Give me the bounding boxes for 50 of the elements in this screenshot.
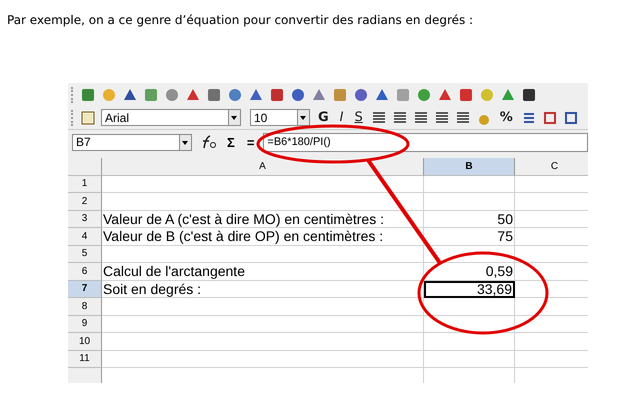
table-cell[interactable]	[102, 176, 424, 193]
font-size-box[interactable]: 10	[250, 109, 310, 126]
table-cell[interactable]	[102, 193, 424, 210]
row-header[interactable]: 6	[68, 263, 102, 280]
table-cell[interactable]: 75	[424, 228, 515, 246]
row-header[interactable]: 9	[68, 316, 102, 333]
format-button[interactable]: S	[352, 110, 366, 125]
table-cell[interactable]: Valeur de A (c'est à dire MO) en centimètres :	[102, 210, 424, 228]
row-header[interactable]: 3	[68, 210, 102, 228]
font-name-box[interactable]: Arial	[101, 109, 241, 126]
table-cell[interactable]: 50	[424, 210, 515, 228]
column-header[interactable]: B	[424, 158, 515, 176]
table-cell[interactable]	[424, 316, 515, 333]
row-header[interactable]	[68, 368, 102, 383]
table-cell[interactable]	[102, 333, 424, 350]
table-cell[interactable]	[424, 350, 515, 368]
formula-input[interactable]: =B6*180/PI()	[263, 132, 588, 152]
justify-icon[interactable]	[434, 110, 450, 126]
table-cell[interactable]	[424, 246, 515, 263]
table-cell[interactable]: 0,59	[424, 263, 515, 280]
table-cell[interactable]: Calcul de l'arctangente	[102, 263, 424, 280]
sum-button[interactable]: Σ	[224, 134, 238, 150]
row-header[interactable]: 2	[68, 193, 102, 210]
row-header[interactable]: 10	[68, 333, 102, 350]
row-header[interactable]: 5	[68, 246, 102, 263]
row-header[interactable]: 4	[68, 228, 102, 246]
intro-text: Par exemple, on a ce genre d’équation pour convertir des radians en degrés :	[6, 12, 474, 27]
row-header[interactable]: 7	[68, 280, 102, 298]
table-cell[interactable]	[102, 246, 424, 263]
table-cell[interactable]	[102, 350, 424, 368]
name-box[interactable]: B7	[72, 134, 192, 150]
row-header[interactable]: 8	[68, 298, 102, 316]
equals-button[interactable]: =	[244, 134, 258, 150]
format-button[interactable]: G	[315, 110, 332, 125]
table-cell[interactable]	[424, 298, 515, 316]
table-cell[interactable]	[102, 316, 424, 333]
table-cell[interactable]	[102, 298, 424, 316]
active-cell[interactable]: 33,69	[424, 280, 515, 298]
table-cell[interactable]	[424, 193, 515, 210]
corner-header[interactable]	[68, 158, 102, 176]
percent-button[interactable]: %	[496, 110, 516, 125]
table-cell[interactable]: Soit en degrés :	[102, 280, 424, 298]
row-header[interactable]: 11	[68, 350, 102, 368]
column-header[interactable]: A	[102, 158, 424, 176]
column-header[interactable]: C	[515, 158, 588, 176]
table-cell[interactable]	[424, 333, 515, 350]
format-button[interactable]: I	[336, 110, 347, 125]
row-header[interactable]: 1	[68, 176, 102, 193]
table-cell[interactable]: Valeur de B (c'est à dire OP) en centimètres :	[102, 228, 424, 246]
table-cell[interactable]	[424, 176, 515, 193]
